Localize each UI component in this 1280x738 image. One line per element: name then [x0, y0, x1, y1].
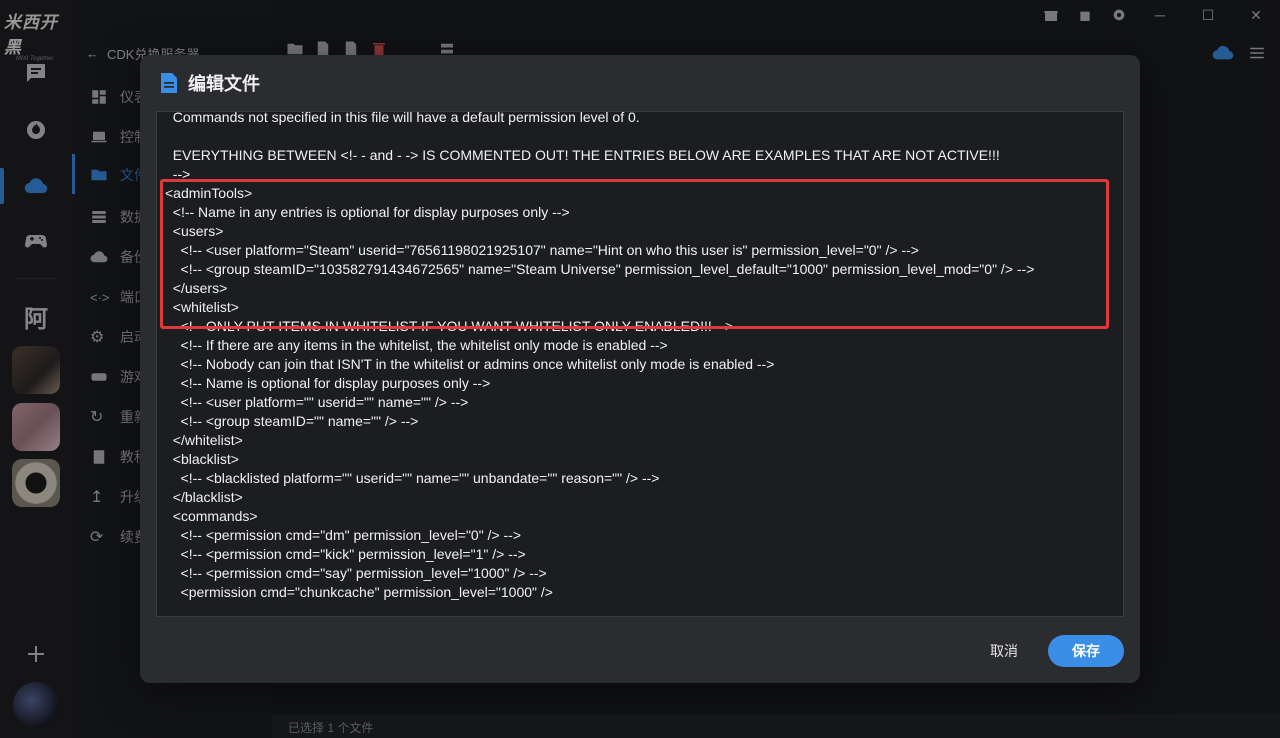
- dialog-header: 编辑文件: [160, 71, 260, 95]
- code-line: <!-- ONLY PUT ITEMS IN WHITELIST IF YOU …: [165, 318, 734, 334]
- code-line: <!-- Name is optional for display purpos…: [165, 375, 491, 391]
- code-line: <!-- If there are any items in the white…: [165, 337, 668, 353]
- code-line: EVERYTHING BETWEEN <!- - and - -> IS COM…: [165, 147, 1000, 163]
- edit-file-dialog: 编辑文件 Commands not specified in this file…: [140, 55, 1140, 683]
- code-line: </users>: [165, 280, 228, 296]
- code-content[interactable]: Commands not specified in this file will…: [165, 111, 1035, 602]
- code-line: </blacklist>: [165, 489, 243, 505]
- code-line: <!-- <group steamID="" name="" /> -->: [165, 413, 419, 429]
- code-line: <users>: [165, 223, 224, 239]
- code-line: <blacklist>: [165, 451, 239, 467]
- code-line: Commands not specified in this file will…: [165, 111, 640, 125]
- dialog-title: 编辑文件: [188, 74, 260, 94]
- code-line: <!-- <blacklisted platform="" userid="" …: [165, 470, 660, 486]
- code-line: <!-- Nobody can join that ISN'T in the w…: [165, 356, 775, 372]
- dialog-footer: 取消 保存: [990, 635, 1124, 667]
- code-line: -->: [165, 166, 191, 182]
- code-line: </whitelist>: [165, 432, 243, 448]
- code-line: <permission cmd="chunkcache" permission_…: [165, 584, 553, 600]
- code-line: <!-- Name in any entries is optional for…: [165, 204, 570, 220]
- code-line: <!-- <permission cmd="dm" permission_lev…: [165, 527, 522, 543]
- save-button[interactable]: 保存: [1048, 635, 1124, 667]
- code-line: <!-- <user platform="" userid="" name=""…: [165, 394, 469, 410]
- code-line: <!-- <user platform="Steam" userid="7656…: [165, 242, 919, 258]
- code-line: <!-- <permission cmd="say" permission_le…: [165, 565, 547, 581]
- code-line: <!-- <permission cmd="kick" permission_l…: [165, 546, 526, 562]
- code-line: <commands>: [165, 508, 258, 524]
- cancel-button[interactable]: 取消: [990, 635, 1018, 667]
- code-editor[interactable]: Commands not specified in this file will…: [156, 111, 1124, 617]
- document-icon: [161, 73, 177, 93]
- code-line: <!-- <group steamID="103582791434672565"…: [165, 261, 1035, 277]
- code-line: <whitelist>: [165, 299, 239, 315]
- code-line: <adminTools>: [165, 185, 253, 201]
